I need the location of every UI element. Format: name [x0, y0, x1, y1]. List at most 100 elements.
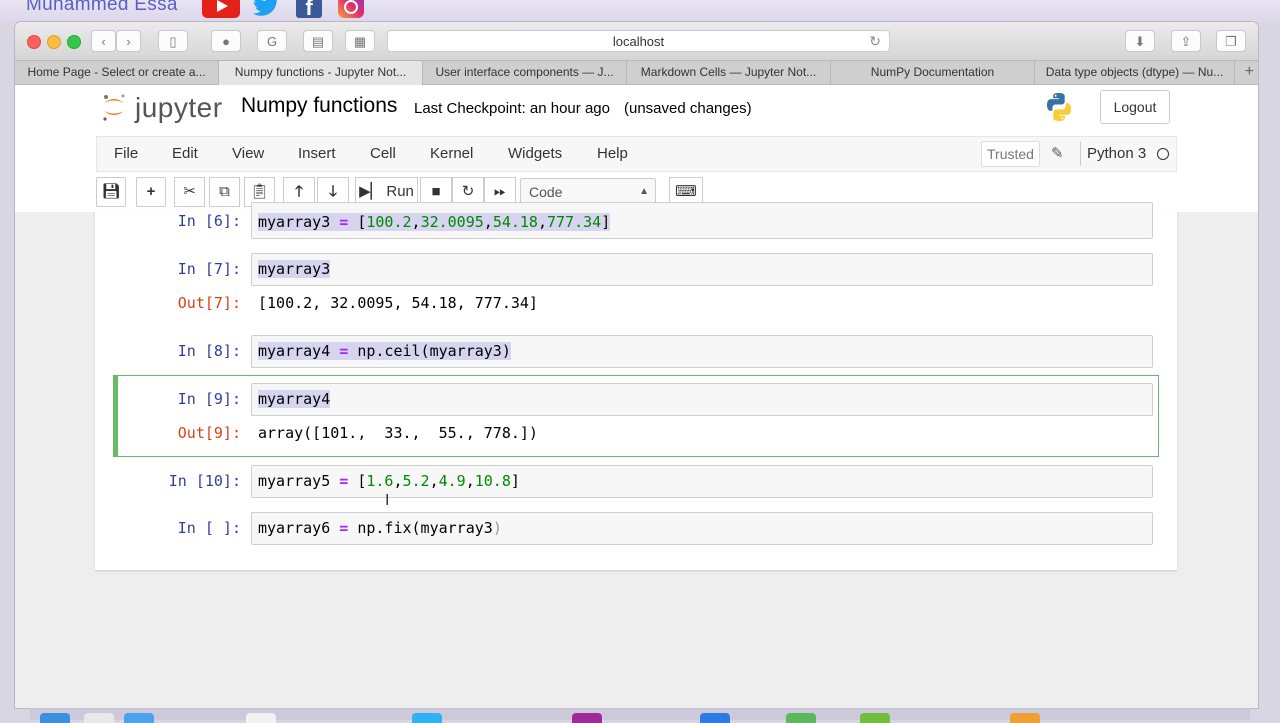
- cell-input-prompt: In [ ]:: [177, 519, 241, 537]
- menu-view[interactable]: View: [232, 145, 264, 162]
- trusted-indicator[interactable]: Trusted: [981, 141, 1040, 167]
- code-text: myarray5 = [1.6,5.2,4.9,10.8]: [258, 472, 520, 490]
- tabs-overview-button[interactable]: ❐: [1216, 30, 1246, 52]
- app-icon[interactable]: [860, 713, 890, 723]
- menu-edit[interactable]: Edit: [172, 145, 198, 162]
- app-icon[interactable]: [572, 713, 602, 723]
- kernel-idle-icon: [1157, 148, 1169, 160]
- youtube-icon: [202, 0, 240, 18]
- code-text: myarray3 = [100.2,32.0095,54.18,777.34]: [258, 213, 611, 231]
- copy-button[interactable]: ⧉: [209, 177, 240, 207]
- jupyter-logo-text[interactable]: jupyter: [135, 92, 223, 124]
- code-text: myarray4 = np.ceil(myarray3): [258, 342, 511, 360]
- menu-help[interactable]: Help: [597, 145, 628, 162]
- video-overlay-strip: [0, 0, 1280, 22]
- zoom-window-button[interactable]: [67, 35, 81, 49]
- minimize-window-button[interactable]: [47, 35, 61, 49]
- channel-name: Muhammed Essa: [26, 0, 178, 15]
- tab-dtype[interactable]: Data type objects (dtype) — Nu...: [1035, 61, 1235, 85]
- forward-button[interactable]: ›: [116, 30, 141, 52]
- tab-markdown-cells[interactable]: Markdown Cells — Jupyter Not...: [627, 61, 831, 85]
- code-cell-input[interactable]: myarray3: [251, 253, 1153, 286]
- python-logo-icon: [1047, 93, 1071, 121]
- app-icon[interactable]: [786, 713, 816, 723]
- plus-icon: +: [146, 183, 156, 200]
- jupyter-logo-icon[interactable]: [101, 92, 127, 122]
- cell-type-select[interactable]: Code ▲: [520, 178, 656, 205]
- twitter-icon: [252, 0, 282, 18]
- cell-input-prompt: In [7]:: [177, 260, 241, 278]
- code-cell-input[interactable]: myarray3 = [100.2,32.0095,54.18,777.34]: [251, 202, 1153, 239]
- tab-bar: Home Page - Select or create a... Numpy …: [15, 60, 1258, 85]
- app-icon[interactable]: [700, 713, 730, 723]
- tab-label: Numpy functions - Jupyter Not...: [234, 65, 407, 79]
- menu-insert[interactable]: Insert: [298, 145, 336, 162]
- chrome-icon[interactable]: [246, 713, 276, 723]
- tab-numpy-functions[interactable]: Numpy functions - Jupyter Not...: [219, 61, 423, 85]
- menu-widgets[interactable]: Widgets: [508, 145, 562, 162]
- tab-label: NumPy Documentation: [870, 65, 995, 79]
- tab-numpy-docs[interactable]: NumPy Documentation: [831, 61, 1035, 85]
- url-text: localhost: [612, 34, 665, 49]
- back-button[interactable]: ‹: [91, 30, 116, 52]
- menu-kernel[interactable]: Kernel: [430, 145, 473, 162]
- notebook-name[interactable]: Numpy functions: [241, 94, 397, 118]
- tab-label: Home Page - Select or create a...: [27, 65, 206, 79]
- app-icon[interactable]: [412, 713, 442, 723]
- tab-home[interactable]: Home Page - Select or create a...: [15, 61, 219, 85]
- code-cell-input[interactable]: myarray4 = np.ceil(myarray3): [251, 335, 1153, 368]
- close-window-button[interactable]: [27, 35, 41, 49]
- cell-output: [100.2, 32.0095, 54.18, 777.34]: [258, 294, 538, 312]
- arrow-down-icon: 🡓: [329, 183, 337, 200]
- address-bar[interactable]: localhost ↻: [387, 30, 890, 52]
- cut-button[interactable]: ✂: [174, 177, 205, 207]
- sidebar-icon: ▯: [169, 34, 177, 49]
- divider: [1080, 142, 1081, 166]
- chevron-left-icon: ‹: [101, 34, 106, 49]
- step-forward-icon: ▶︎▏: [359, 183, 383, 200]
- downloads-button[interactable]: ⬇: [1125, 30, 1155, 52]
- save-button[interactable]: 💾︎: [96, 177, 126, 207]
- cell-input-prompt: In [10]:: [168, 472, 241, 490]
- sidebar-button[interactable]: ▯: [158, 30, 188, 52]
- menu-file[interactable]: File: [114, 145, 138, 162]
- kernel-name: Python 3: [1087, 145, 1147, 162]
- code-cell-input[interactable]: myarray6 = np.fix(myarray3): [251, 512, 1153, 545]
- download-icon: ⬇: [1134, 34, 1146, 49]
- code-text: myarray4: [258, 390, 331, 408]
- share-button[interactable]: ⇪: [1171, 30, 1201, 52]
- arrow-up-icon: 🡑: [295, 183, 303, 200]
- pencil-icon[interactable]: ✎: [1051, 144, 1064, 162]
- menu-cell[interactable]: Cell: [370, 145, 396, 162]
- instagram-icon: [338, 0, 364, 18]
- launchpad-icon[interactable]: [84, 713, 114, 723]
- app-icon[interactable]: [1010, 713, 1040, 723]
- scissors-icon: ✂: [183, 183, 196, 200]
- insert-cell-button[interactable]: +: [136, 177, 166, 207]
- grammarly-icon: G: [266, 34, 278, 49]
- tab-label: User interface components — J...: [435, 65, 614, 79]
- grammarly-button[interactable]: G: [257, 30, 287, 52]
- finder-icon[interactable]: [40, 713, 70, 723]
- new-tab-icon[interactable]: +: [1245, 61, 1254, 83]
- run-label: Run: [386, 183, 414, 200]
- cell-type-value: Code: [529, 184, 563, 200]
- code-cell-input[interactable]: myarray4: [251, 383, 1153, 416]
- safari-icon[interactable]: [124, 713, 154, 723]
- tab-ui-components[interactable]: User interface components — J...: [423, 61, 627, 85]
- title-bar: ‹ › ▯ ● G ▤ ▦ localhost ↻ ⬇ ⇪ ❐: [15, 22, 1258, 60]
- save-status: (unsaved changes): [624, 100, 752, 117]
- extension-button[interactable]: ●: [211, 30, 241, 52]
- reload-icon[interactable]: ↻: [869, 31, 881, 52]
- notes-button[interactable]: ▦: [345, 30, 375, 52]
- reader-button[interactable]: ▤: [303, 30, 333, 52]
- checkpoint-status: Last Checkpoint: an hour ago: [414, 100, 610, 117]
- logout-button[interactable]: Logout: [1100, 90, 1170, 124]
- tabs-icon: ❐: [1225, 34, 1237, 49]
- browser-window: ‹ › ▯ ● G ▤ ▦ localhost ↻ ⬇ ⇪ ❐ Home Pag…: [15, 22, 1258, 708]
- tab-label: Markdown Cells — Jupyter Not...: [640, 65, 817, 79]
- facebook-icon: f: [296, 0, 322, 20]
- cell-input-prompt: In [9]:: [177, 390, 241, 408]
- share-icon: ⇪: [1180, 34, 1192, 49]
- dock: [30, 708, 1250, 720]
